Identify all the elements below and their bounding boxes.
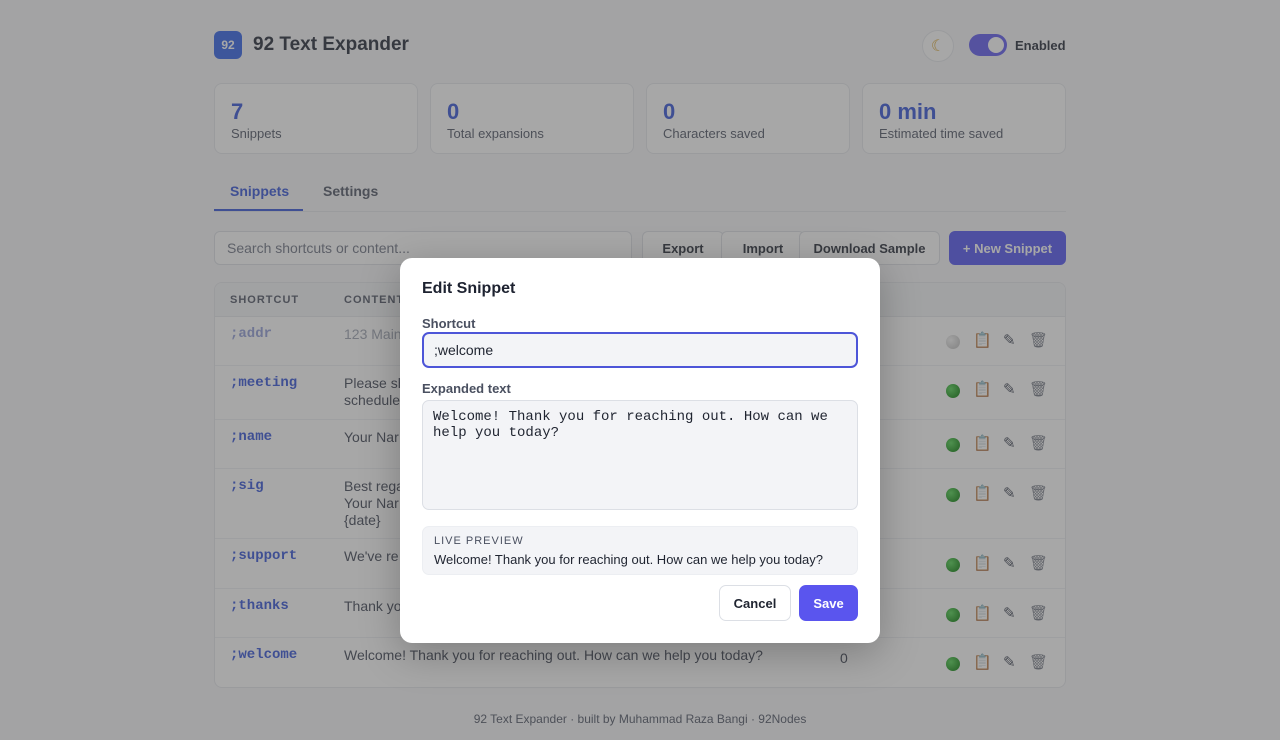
cancel-button[interactable]: Cancel bbox=[719, 585, 791, 621]
modal-title: Edit Snippet bbox=[422, 280, 516, 297]
live-preview-label: LIVE PREVIEW bbox=[434, 535, 524, 547]
shortcut-label: Shortcut bbox=[422, 316, 476, 331]
shortcut-input[interactable] bbox=[422, 332, 858, 368]
edit-snippet-modal: Edit Snippet Shortcut Expanded text Welc… bbox=[400, 258, 880, 643]
save-button[interactable]: Save bbox=[799, 585, 858, 621]
live-preview: LIVE PREVIEW Welcome! Thank you for reac… bbox=[422, 526, 858, 575]
live-preview-text: Welcome! Thank you for reaching out. How… bbox=[434, 552, 824, 567]
expanded-text-label: Expanded text bbox=[422, 381, 511, 396]
expanded-text-input[interactable]: Welcome! Thank you for reaching out. How… bbox=[422, 400, 858, 510]
